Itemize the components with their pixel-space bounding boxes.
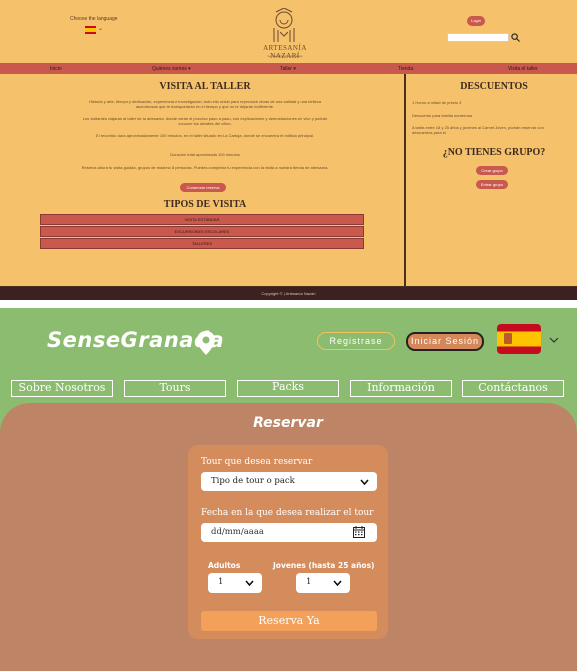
route-paragraph: El recorrido dura aproximadamente 100 mi… xyxy=(96,133,314,138)
discount-item: A tarifa entre 18 y 25 años y jóvenes al… xyxy=(412,125,544,135)
duration-text: Duración total aproximada 100 minutos xyxy=(170,152,240,157)
nav-item-visita[interactable]: Visita el taller xyxy=(508,66,538,72)
logo-icon xyxy=(273,8,295,42)
adults-value: 1 xyxy=(218,577,224,587)
nav-item-taller[interactable]: Taller ▾ xyxy=(280,66,296,72)
reservar-title: Reservar xyxy=(253,415,323,431)
login-button[interactable]: Iniciar Sesión xyxy=(406,332,484,351)
artesania-page: Choose the language ⌄ ARTESANÍA NAZARÍ L… xyxy=(0,0,577,300)
nav-item-inicio[interactable]: Inicio xyxy=(50,66,62,72)
date-input[interactable]: dd/mm/aaaa xyxy=(201,523,377,542)
booking-paragraph: Reserva ahora tu visita guiada, grupos d… xyxy=(81,165,329,170)
chevron-down-icon xyxy=(333,580,342,586)
calendar-icon[interactable] xyxy=(353,526,365,538)
youth-select[interactable]: 1 xyxy=(296,573,350,593)
tab-informacion[interactable]: Información xyxy=(350,380,452,397)
register-button[interactable]: Registrase xyxy=(317,332,395,350)
tab-packs[interactable]: Packs xyxy=(237,380,339,397)
nav-item-quienes-somos[interactable]: Quiénes somos ▾ xyxy=(152,66,191,72)
main-nav: Inicio Quiénes somos ▾ Taller ▾ Tienda V… xyxy=(0,63,577,74)
chevron-down-icon[interactable]: ⌄ xyxy=(98,25,103,32)
create-group-button[interactable]: Crear grupo xyxy=(476,166,508,175)
date-label: Fecha en la que desea realizar el tour xyxy=(201,508,374,518)
tipos-title: TIPOS DE VISITA xyxy=(163,199,247,210)
tour-label: Tour que desea reservar xyxy=(201,457,313,467)
language-label: Choose the language xyxy=(70,16,118,22)
submit-reservation-button[interactable]: Reserva Ya xyxy=(201,611,377,631)
adults-label: Adultos xyxy=(208,561,241,570)
sensegranada-page: SenseGranada Registrase Iniciar Sesión S… xyxy=(0,308,577,671)
tour-select[interactable]: Tipo de tour o pack xyxy=(201,472,377,491)
start-reservation-button[interactable]: Comenzar reserva xyxy=(180,183,226,192)
adults-select[interactable]: 1 xyxy=(208,573,262,593)
workshop-paragraph: Los visitantes viajarán al taller de la … xyxy=(82,116,328,126)
chevron-down-icon xyxy=(245,580,254,586)
visita-title: VISITA AL TALLER xyxy=(159,81,251,92)
tab-tours[interactable]: Tours xyxy=(124,380,226,397)
search-icon[interactable] xyxy=(511,33,520,42)
chevron-down-icon xyxy=(360,479,369,485)
search-input[interactable] xyxy=(447,33,509,42)
tour-select-value: Tipo de tour o pack xyxy=(211,476,295,486)
tab-sobre-nosotros[interactable]: Sobre Nosotros xyxy=(11,380,113,397)
spain-flag-icon[interactable] xyxy=(497,324,541,354)
youth-label: Jovenes (hasta 25 años) xyxy=(273,561,375,570)
coat-of-arms-icon xyxy=(504,333,512,344)
accordion-item-talleres[interactable]: TALLERES xyxy=(40,238,364,249)
grupo-title: ¿NO TIENES GRUPO? xyxy=(442,147,546,158)
column-divider xyxy=(404,74,406,287)
youth-value: 1 xyxy=(306,577,312,587)
join-group-button[interactable]: Entrar grupo xyxy=(476,180,508,189)
chevron-down-icon[interactable] xyxy=(549,336,559,344)
nav-item-tienda[interactable]: Tienda xyxy=(398,66,413,72)
intro-paragraph: Historia y arte, tiempo y dedicación, ex… xyxy=(89,99,321,109)
descuentos-title: DESCUENTOS xyxy=(460,81,528,92)
accordion-item-escolares[interactable]: EXCURSIONES ESCOLARES xyxy=(40,226,364,237)
discount-item: Descuento para familia numerosa xyxy=(412,113,472,118)
tab-contactanos[interactable]: Contáctanos xyxy=(462,380,564,397)
screenshot-gap xyxy=(0,300,577,308)
login-button[interactable]: Login xyxy=(467,16,485,26)
discount-item: 1 Horno a mitad de precio 3 xyxy=(412,100,462,105)
accordion-item-estandar[interactable]: VISITA ESTÁNDAR xyxy=(40,214,364,225)
spain-flag-icon[interactable] xyxy=(85,26,96,34)
location-pin-icon xyxy=(197,331,215,355)
footer: Copyright © | Artesanía Nazarí xyxy=(0,287,577,300)
date-placeholder: dd/mm/aaaa xyxy=(211,527,265,537)
logo-subtitle: La maestría en tus manos xyxy=(267,54,303,58)
